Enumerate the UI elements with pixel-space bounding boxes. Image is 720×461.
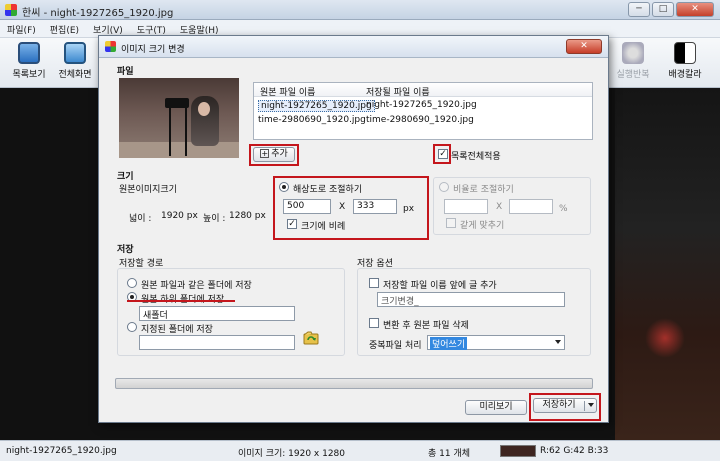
by-resolution-label: 해상도로 조절하기 — [293, 185, 363, 195]
bg-color-button[interactable]: 배경칼라 — [656, 42, 714, 80]
dialog-close-button[interactable]: ✕ — [566, 39, 602, 54]
file-row-target: time-2980690_1920.jpg — [366, 115, 474, 125]
pct-height-input[interactable] — [509, 199, 553, 214]
keep-ratio-checkbox[interactable]: ✓ — [287, 219, 297, 229]
res-height-input[interactable]: 333 — [353, 199, 397, 214]
original-size-label: 원본이미지크기 — [119, 185, 177, 195]
fullscreen-label: 전체화면 — [58, 70, 92, 80]
dialog-title: 이미지 크기 변경 — [121, 45, 185, 55]
file-row[interactable]: time-2980690_1920.jpg time-2980690_1920.… — [254, 114, 592, 127]
same-folder-radio[interactable] — [127, 278, 137, 288]
custom-folder-input[interactable] — [139, 335, 295, 350]
by-percent-label: 비율로 조절하기 — [453, 185, 514, 195]
repeat-label: 실행반복 — [616, 70, 650, 80]
list-view-icon — [18, 42, 40, 64]
width-label: 넓이 : — [129, 214, 152, 224]
app-title: 한씨 - night-1927265_1920.jpg — [22, 8, 174, 19]
pct-x-label: X — [496, 202, 503, 212]
preview-button[interactable]: 미리보기 — [465, 400, 527, 415]
pct-width-input[interactable] — [444, 199, 488, 214]
prefix-input[interactable]: 크기변경_ — [377, 292, 565, 307]
height-label: 높이 : — [203, 214, 226, 224]
file-row-source: night-1927265_1920.jpg — [258, 100, 375, 112]
same-fit-checkbox[interactable] — [446, 218, 456, 228]
save-button[interactable]: 저장하기 — [533, 398, 597, 413]
add-file-button[interactable]: + 추가 — [253, 147, 295, 162]
save-section-label: 저장 — [117, 245, 134, 255]
add-icon: + — [260, 149, 270, 158]
add-file-label: 추가 — [271, 149, 288, 159]
chevron-down-icon — [555, 340, 561, 344]
status-bar: night-1927265_1920.jpg 이미지 크기: 1920 x 12… — [0, 440, 720, 461]
file-list[interactable]: 원본 파일 이름 저장될 파일 이름 night-1927265_1920.jp… — [253, 82, 593, 140]
res-x-label: X — [339, 202, 346, 212]
menu-file[interactable]: 파일(F) — [0, 20, 43, 37]
maximize-button[interactable]: □ — [652, 2, 674, 17]
status-filename: night-1927265_1920.jpg — [6, 446, 117, 456]
file-row[interactable]: night-1927265_1920.jpg night-1927265_192… — [254, 99, 592, 112]
chevron-down-icon[interactable] — [588, 403, 594, 407]
duplicate-select[interactable]: 덮어쓰기 — [427, 335, 565, 350]
status-image-size: 이미지 크기: 1920 x 1280 — [238, 449, 346, 459]
custom-folder-label: 지정된 폴더에 저장 — [141, 325, 213, 335]
bg-color-label: 배경칼라 — [668, 70, 702, 80]
save-button-label: 저장하기 — [542, 400, 576, 410]
image-thumbnail — [119, 78, 239, 158]
repeat-button[interactable]: 실행반복 — [604, 42, 662, 80]
app-logo-icon — [5, 4, 17, 16]
keep-ratio-label: 크기에 비례 — [301, 222, 346, 232]
color-swatch — [500, 445, 536, 457]
subfolder-label: 원본 하위 폴더에 저장 — [141, 292, 224, 305]
bg-color-icon — [674, 42, 696, 64]
progress-bar — [115, 378, 593, 389]
width-value: 1920 px — [161, 211, 198, 221]
prefix-checkbox[interactable] — [369, 278, 379, 288]
col-target-name[interactable]: 저장될 파일 이름 — [366, 85, 430, 98]
subfolder-name-input[interactable]: 새폴더 — [139, 306, 295, 321]
folder-refresh-icon[interactable] — [303, 331, 319, 345]
size-section-label: 크기 — [117, 172, 134, 182]
res-width-input[interactable]: 500 — [283, 199, 331, 214]
col-source-name[interactable]: 원본 파일 이름 — [260, 85, 315, 98]
status-rgb: R:62 G:42 B:33 — [540, 446, 609, 456]
app-title-bar: 한씨 - night-1927265_1920.jpg ─ □ ✕ — [0, 0, 720, 20]
px-unit-label: px — [403, 204, 415, 214]
file-row-source: time-2980690_1920.jpg — [258, 115, 366, 125]
window-controls: ─ □ ✕ — [628, 2, 714, 17]
minimize-button[interactable]: ─ — [628, 2, 650, 17]
prefix-label: 저장할 파일 이름 앞에 글 추가 — [383, 281, 497, 291]
viewer-photo — [615, 88, 720, 440]
delete-original-label: 변환 후 원본 파일 삭제 — [383, 321, 469, 331]
apply-all-label: 목록전체적용 — [451, 152, 501, 162]
file-list-header: 원본 파일 이름 저장될 파일 이름 — [254, 83, 592, 98]
height-value: 1280 px — [229, 211, 266, 221]
status-count: 총 11 개체 — [428, 449, 471, 459]
fullscreen-icon — [64, 42, 86, 64]
split-separator — [584, 401, 585, 411]
list-view-label: 목록보기 — [12, 70, 46, 80]
menu-edit[interactable]: 편집(E) — [43, 20, 86, 37]
same-fit-label: 같게 맞추기 — [460, 221, 505, 231]
file-row-target: night-1927265_1920.jpg — [366, 100, 477, 110]
dialog-title-bar: 이미지 크기 변경 ✕ — [99, 36, 608, 58]
same-folder-label: 원본 파일과 같은 폴더에 저장 — [141, 281, 252, 291]
delete-original-checkbox[interactable] — [369, 318, 379, 328]
subfolder-underline — [127, 300, 235, 302]
file-section-label: 파일 — [117, 67, 134, 77]
fullscreen-button[interactable]: 전체화면 — [46, 42, 104, 80]
by-percent-radio[interactable] — [439, 182, 449, 192]
pct-unit-label: % — [559, 204, 568, 214]
close-button[interactable]: ✕ — [676, 2, 714, 17]
duplicate-value: 덮어쓰기 — [430, 337, 468, 350]
dialog-logo-icon — [105, 41, 116, 52]
by-resolution-radio[interactable] — [279, 182, 289, 192]
apply-all-checkbox[interactable]: ✓ — [438, 149, 448, 159]
custom-folder-radio[interactable] — [127, 322, 137, 332]
repeat-icon — [622, 42, 644, 64]
duplicate-label: 중복파일 처리 — [369, 341, 422, 351]
resize-dialog: 이미지 크기 변경 ✕ 파일 원본 파일 이름 저장될 파일 이름 night-… — [98, 35, 609, 423]
